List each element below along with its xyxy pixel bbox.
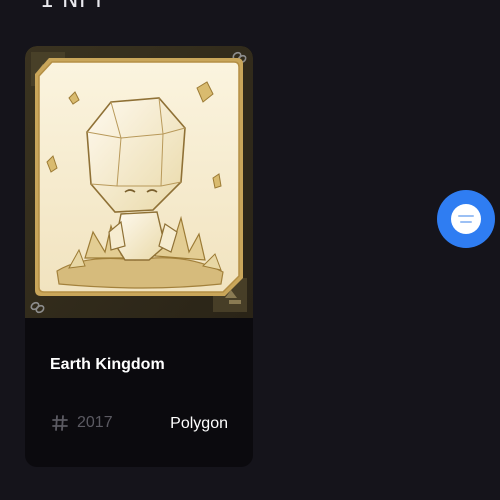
nft-name: Earth Kingdom <box>50 356 165 373</box>
nft-card[interactable]: Earth Kingdom 2017 Polygon <box>25 46 253 467</box>
token-id-row: 2017 <box>52 414 113 432</box>
chat-button[interactable] <box>437 190 495 248</box>
nft-artwork <box>25 46 253 318</box>
chat-icon <box>451 204 481 234</box>
section-title: 1 NFT <box>40 0 106 13</box>
page: 1 NFT Earth Kingdom 2017 Polygon <box>0 0 500 500</box>
card-art-image <box>25 46 253 318</box>
chain-label: Polygon <box>170 415 228 432</box>
token-id: 2017 <box>77 414 113 431</box>
hash-icon <box>52 415 68 431</box>
